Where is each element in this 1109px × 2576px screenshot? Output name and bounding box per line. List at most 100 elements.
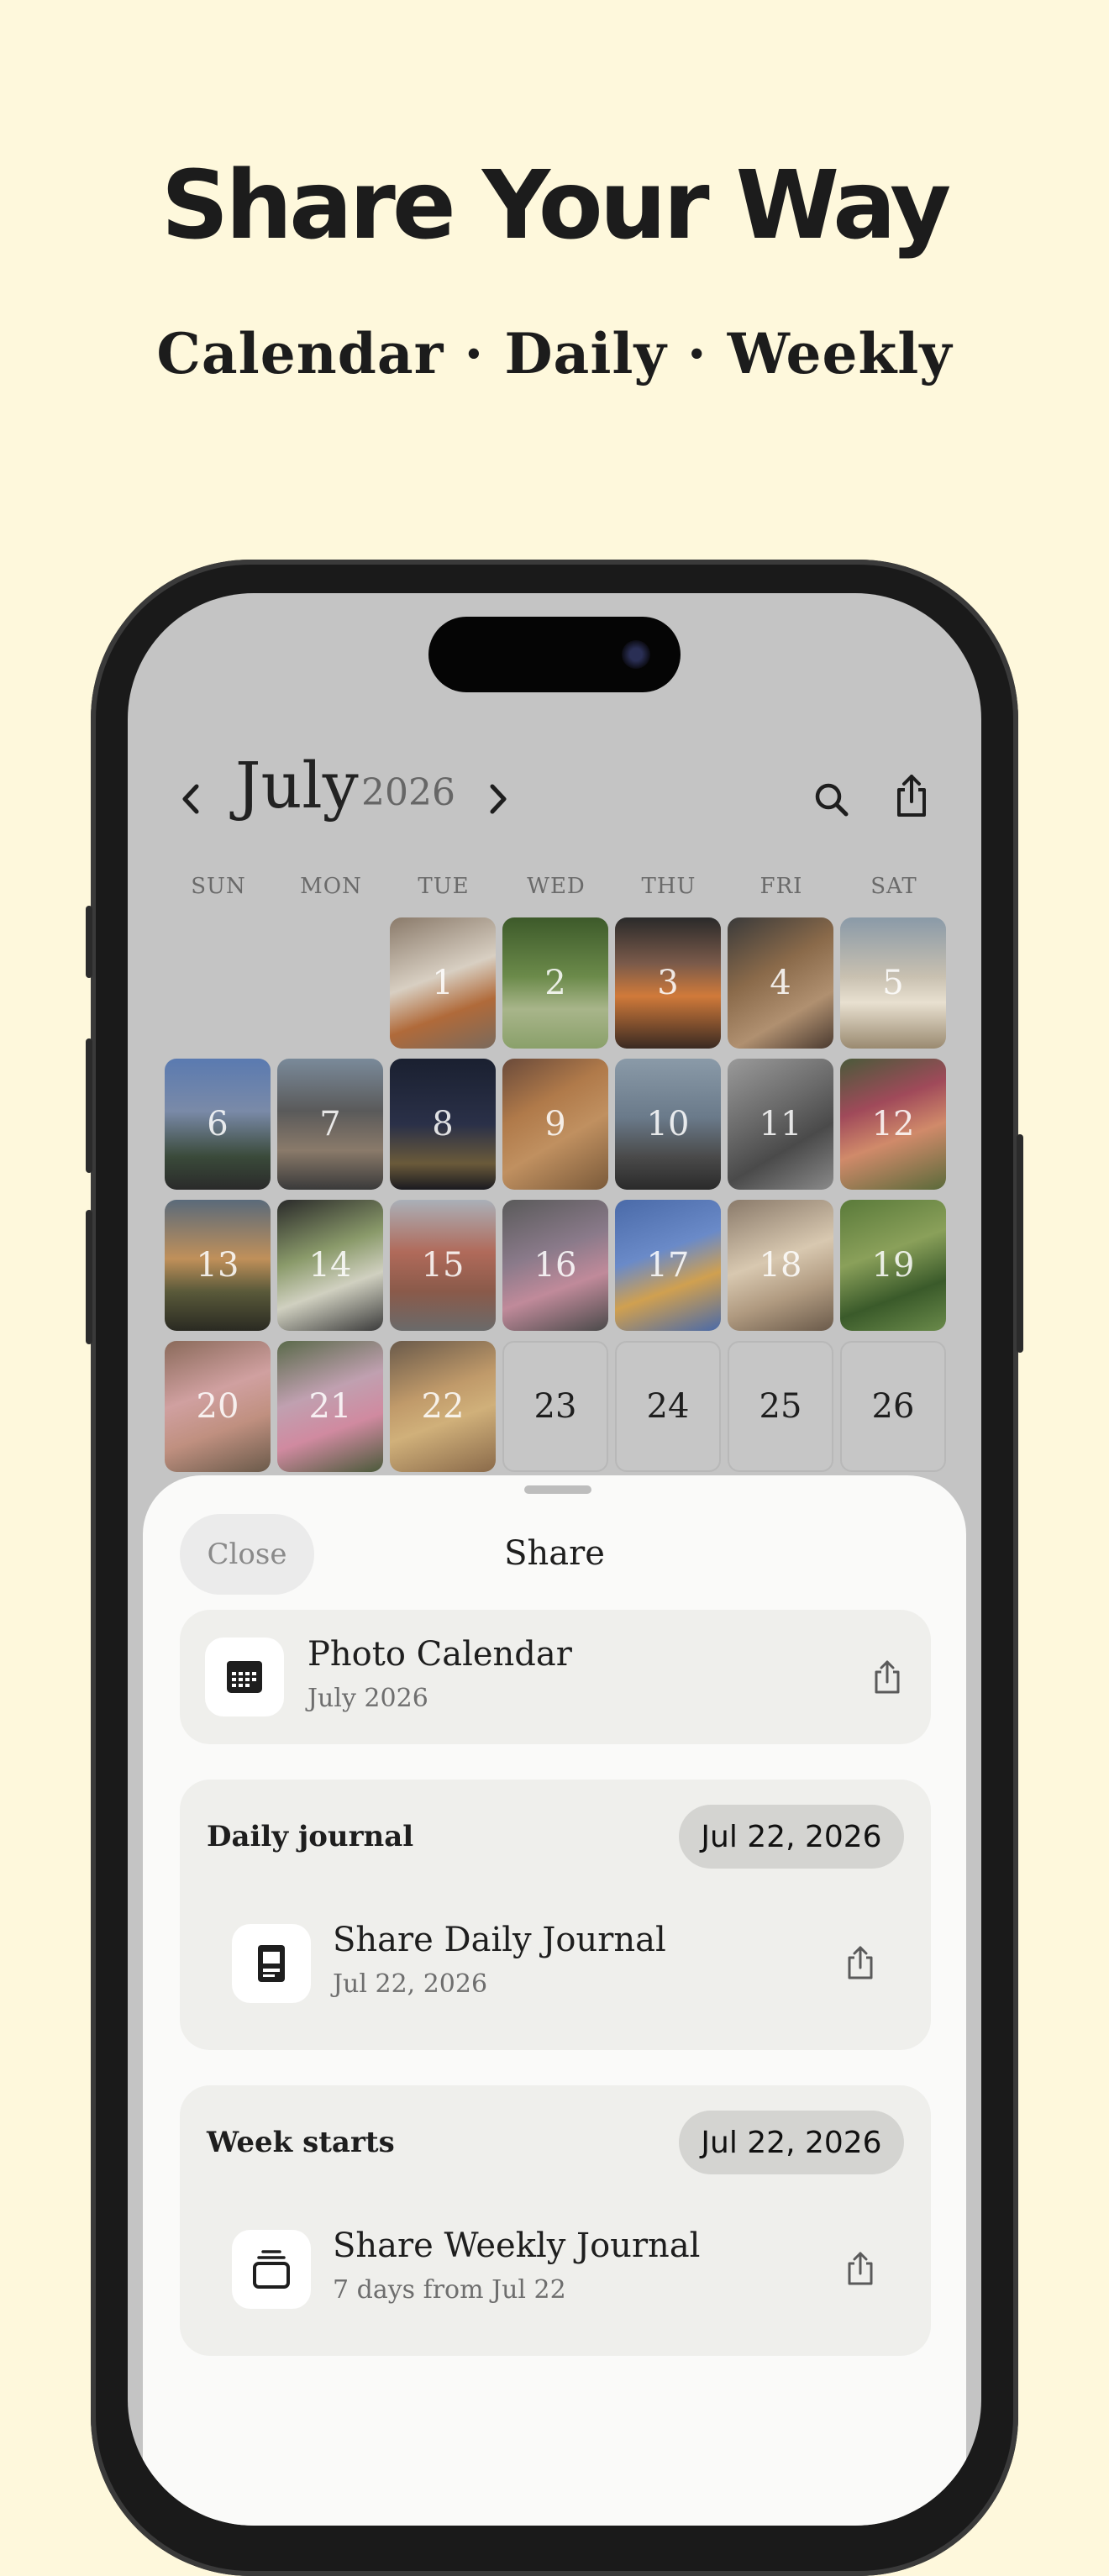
prev-month-button[interactable] (175, 778, 208, 820)
search-button[interactable] (812, 780, 852, 820)
day-number: 1 (432, 964, 454, 1002)
chevron-left-icon (182, 784, 199, 814)
day-number: 7 (319, 1105, 341, 1143)
day-number: 11 (759, 1105, 802, 1143)
share-icon[interactable] (844, 2250, 877, 2287)
weekday-label: THU (641, 874, 696, 899)
day-number: 2 (544, 964, 566, 1002)
phone-screen: July 2026 SUN MON TUE WED THU FRI SAT 1 … (128, 593, 981, 2526)
share-daily-journal-row[interactable]: Share Daily Journal Jul 22, 2026 (180, 1897, 931, 2032)
day-cell[interactable]: 23 (502, 1341, 608, 1472)
volume-down-button (86, 1210, 92, 1344)
day-cell[interactable]: 5 (840, 917, 946, 1049)
day-number: 14 (308, 1246, 352, 1285)
weekday-label: WED (527, 874, 586, 899)
weekly-journal-card: Week starts Jul 22, 2026 Share Weekly Jo… (180, 2085, 931, 2356)
photo-calendar-subtitle: July 2026 (307, 1684, 428, 1713)
day-number: 17 (646, 1246, 690, 1285)
day-cell[interactable]: 12 (840, 1059, 946, 1190)
day-cell[interactable]: 11 (728, 1059, 833, 1190)
journal-icon (258, 1945, 285, 1982)
weekday-label: SUN (191, 874, 246, 899)
day-number: 26 (871, 1387, 915, 1426)
weekday-label: TUE (418, 874, 470, 899)
daily-journal-label: Daily journal (207, 1820, 414, 1853)
volume-up-button (86, 1038, 92, 1173)
day-number: 23 (533, 1387, 577, 1426)
photo-calendar-row[interactable]: Photo Calendar July 2026 (180, 1610, 931, 1744)
share-weekly-journal-row[interactable]: Share Weekly Journal 7 days from Jul 22 (180, 2203, 931, 2337)
share-button[interactable] (892, 773, 931, 820)
day-cell[interactable]: 25 (728, 1341, 833, 1472)
day-number: 15 (421, 1246, 465, 1285)
day-cell[interactable]: 24 (615, 1341, 721, 1472)
day-cell[interactable]: 13 (165, 1200, 271, 1331)
day-number: 16 (533, 1246, 577, 1285)
calendar-tile (205, 1638, 284, 1716)
subheadline: Calendar · Daily · Weekly (156, 321, 953, 386)
share-daily-journal-title: Share Daily Journal (333, 1921, 666, 1959)
weekday-header: SUN MON TUE WED THU FRI SAT (165, 874, 954, 907)
day-number: 12 (871, 1105, 915, 1143)
weekday-label: FRI (759, 874, 803, 899)
day-cell[interactable]: 4 (728, 917, 833, 1049)
day-number: 20 (196, 1387, 239, 1426)
daily-journal-card: Daily journal Jul 22, 2026 Share Daily J… (180, 1780, 931, 2050)
day-number: 18 (759, 1246, 802, 1285)
day-cell[interactable]: 10 (615, 1059, 721, 1190)
day-number: 8 (432, 1105, 454, 1143)
calendar-icon (227, 1661, 262, 1693)
day-cell[interactable]: 15 (390, 1200, 496, 1331)
stack-icon (253, 2250, 290, 2289)
dynamic-island (428, 617, 681, 692)
share-icon[interactable] (844, 1944, 877, 1981)
day-cell[interactable]: 16 (502, 1200, 608, 1331)
next-month-button[interactable] (481, 778, 514, 820)
daily-date-picker[interactable]: Jul 22, 2026 (679, 1805, 904, 1869)
journal-tile (232, 1924, 311, 2003)
day-number: 22 (421, 1387, 465, 1426)
weekday-label: MON (300, 874, 362, 899)
day-cell[interactable]: 8 (390, 1059, 496, 1190)
headline: Share Your Way (160, 151, 952, 260)
year-label: 2026 (361, 771, 455, 814)
day-cell[interactable]: 18 (728, 1200, 833, 1331)
chevron-right-icon (490, 784, 507, 814)
day-number: 4 (770, 964, 791, 1002)
day-cell[interactable]: 7 (277, 1059, 383, 1190)
day-cell[interactable]: 2 (502, 917, 608, 1049)
sheet-grabber[interactable] (524, 1485, 591, 1494)
day-cell[interactable]: 22 (390, 1341, 496, 1472)
share-sheet: Close Share Photo Calendar July 2026 Dai… (143, 1475, 966, 2526)
action-button (86, 906, 92, 978)
camera-icon (622, 640, 650, 669)
week-start-date-picker[interactable]: Jul 22, 2026 (679, 2111, 904, 2174)
day-cell[interactable]: 3 (615, 917, 721, 1049)
share-weekly-journal-title: Share Weekly Journal (333, 2226, 701, 2265)
day-number: 19 (871, 1246, 915, 1285)
share-icon (897, 775, 926, 817)
share-weekly-journal-subtitle: 7 days from Jul 22 (333, 2275, 566, 2305)
day-cell[interactable]: 20 (165, 1341, 271, 1472)
sheet-title: Share (504, 1534, 605, 1573)
day-cell[interactable]: 9 (502, 1059, 608, 1190)
calendar-grid: 1 2 3 4 5 6 7 8 9 10 11 12 13 14 15 16 1… (165, 917, 954, 1472)
day-cell[interactable]: 17 (615, 1200, 721, 1331)
day-cell[interactable]: 19 (840, 1200, 946, 1331)
weekday-label: SAT (870, 874, 917, 899)
month-title: July (235, 748, 359, 823)
day-number: 21 (308, 1387, 352, 1426)
day-number: 25 (759, 1387, 802, 1426)
day-number: 6 (207, 1105, 229, 1143)
day-cell[interactable]: 14 (277, 1200, 383, 1331)
search-icon (815, 783, 849, 817)
share-daily-journal-subtitle: Jul 22, 2026 (333, 1969, 488, 1999)
share-icon[interactable] (870, 1659, 904, 1695)
day-cell[interactable]: 1 (390, 917, 496, 1049)
day-number: 3 (657, 964, 679, 1002)
week-starts-label: Week starts (207, 2126, 395, 2159)
day-cell[interactable]: 6 (165, 1059, 271, 1190)
day-cell[interactable]: 21 (277, 1341, 383, 1472)
day-cell[interactable]: 26 (840, 1341, 946, 1472)
stack-tile (232, 2230, 311, 2309)
